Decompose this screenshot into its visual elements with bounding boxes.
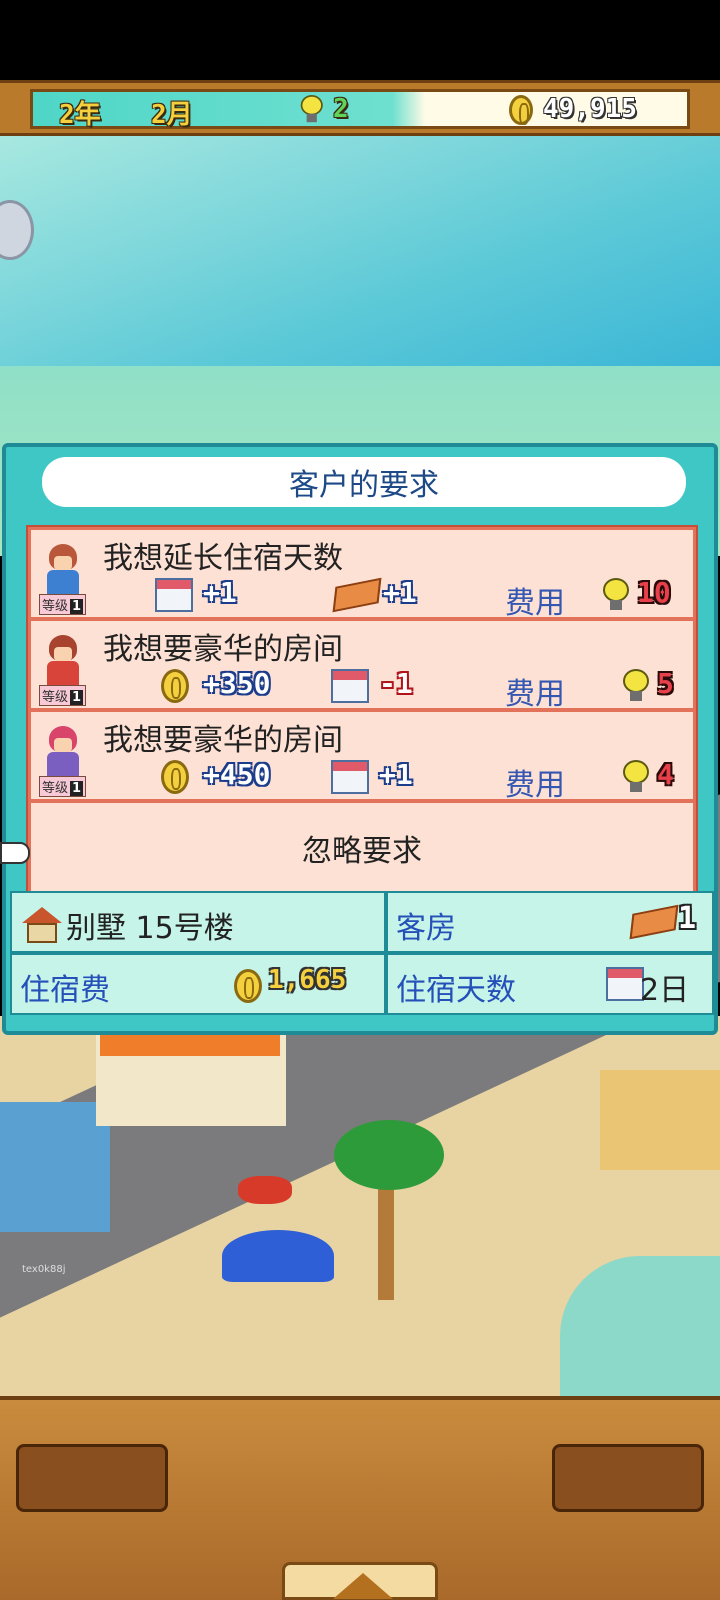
lightbulb-icon xyxy=(621,669,651,703)
calendar-icon xyxy=(331,669,369,703)
coin-icon xyxy=(161,669,189,703)
cost-value: 4 xyxy=(657,758,674,791)
brick-icon xyxy=(629,904,679,940)
fee-cell: 住宿费 1,665 xyxy=(10,953,386,1015)
shop-building[interactable] xyxy=(0,1102,110,1232)
room-cell: 客房 1 xyxy=(386,891,714,953)
customer-avatar: 等级 1 xyxy=(37,726,87,797)
coin-icon xyxy=(509,95,533,125)
effect-value-2: -1 xyxy=(379,667,413,700)
effect-value-2: +1 xyxy=(383,576,417,609)
room-count: 1 xyxy=(678,901,697,936)
calendar-icon xyxy=(155,578,193,612)
effect-value-2: +1 xyxy=(379,758,413,791)
chevron-up-icon xyxy=(333,1573,393,1599)
customer-avatar: 等级 1 xyxy=(37,635,87,706)
level-badge: 等级 1 xyxy=(39,685,87,706)
month-display: 2月 xyxy=(151,100,193,130)
cost-value: 10 xyxy=(637,576,671,609)
coin-icon xyxy=(234,969,262,1003)
days-value: 2日 xyxy=(640,973,690,1008)
watermark: tex0k88j xyxy=(22,1264,66,1275)
hand-pointer-icon xyxy=(0,842,30,864)
lightbulb-icon xyxy=(299,95,325,123)
research-points: 2 xyxy=(333,94,349,124)
dialog-title: 客户的要求 xyxy=(42,457,686,507)
customer-request-dialog: 客户的要求 等级 1 我想延长住宿天数 +1 +1 费用 10 等级 1 我想要… xyxy=(2,443,718,1035)
palm-tree-leaves xyxy=(334,1120,444,1190)
expand-menu-button[interactable] xyxy=(282,1562,438,1600)
left-menu-button[interactable] xyxy=(16,1444,168,1512)
building-name: 别墅 15号楼 xyxy=(66,911,234,946)
brick-icon xyxy=(332,577,382,613)
room-label: 客房 xyxy=(396,911,456,946)
customer-avatar: 等级 1 xyxy=(37,544,87,615)
fee-value: 1,665 xyxy=(268,965,347,995)
house-icon xyxy=(22,907,62,943)
request-option-3[interactable]: 等级 1 我想要豪华的房间 +450 +1 费用 4 xyxy=(31,712,693,803)
year-display: 2年 xyxy=(59,100,101,130)
lightbulb-icon xyxy=(621,760,651,794)
lightbulb-icon xyxy=(601,578,631,612)
effect-value-1: +1 xyxy=(203,576,237,609)
top-status-bar: 2年 2月 2 49,915 xyxy=(0,80,720,136)
cost-label: 费用 xyxy=(505,586,565,621)
beach-stairs xyxy=(600,1070,720,1170)
status-panel: 2年 2月 2 49,915 xyxy=(30,89,690,130)
request-list: 等级 1 我想延长住宿天数 +1 +1 费用 10 等级 1 我想要豪华的房间 +3… xyxy=(26,525,698,897)
level-badge: 等级 1 xyxy=(39,594,87,615)
money-display: 49,915 xyxy=(543,94,637,124)
shore-water xyxy=(560,1256,720,1396)
calendar-icon xyxy=(606,967,644,1001)
calendar-icon xyxy=(331,760,369,794)
effect-value-1: +450 xyxy=(203,758,271,791)
request-option-2[interactable]: 等级 1 我想要豪华的房间 +350 -1 费用 5 xyxy=(31,621,693,712)
request-title: 我想要豪华的房间 xyxy=(103,632,343,667)
cost-value: 5 xyxy=(657,667,674,700)
booking-info-panel: 别墅 15号楼 客房 1 住宿费 1,665 住宿天数 2日 xyxy=(10,891,714,1025)
fee-label: 住宿费 xyxy=(20,973,110,1008)
building-cell: 别墅 15号楼 xyxy=(10,891,386,953)
level-badge: 等级 1 xyxy=(39,776,87,797)
ignore-request-button[interactable]: 忽略要求 xyxy=(31,803,693,893)
coin-icon xyxy=(161,760,189,794)
beach-umbrella xyxy=(222,1230,334,1282)
request-title: 我想延长住宿天数 xyxy=(103,541,343,576)
effect-value-1: +350 xyxy=(203,667,271,700)
crab-sprite xyxy=(238,1176,292,1204)
days-label: 住宿天数 xyxy=(396,973,516,1008)
request-option-1[interactable]: 等级 1 我想延长住宿天数 +1 +1 费用 10 xyxy=(31,530,693,621)
cost-label: 费用 xyxy=(505,768,565,803)
days-cell: 住宿天数 2日 xyxy=(386,953,714,1015)
request-title: 我想要豪华的房间 xyxy=(103,723,343,758)
right-menu-button[interactable] xyxy=(552,1444,704,1512)
cost-label: 费用 xyxy=(505,677,565,712)
